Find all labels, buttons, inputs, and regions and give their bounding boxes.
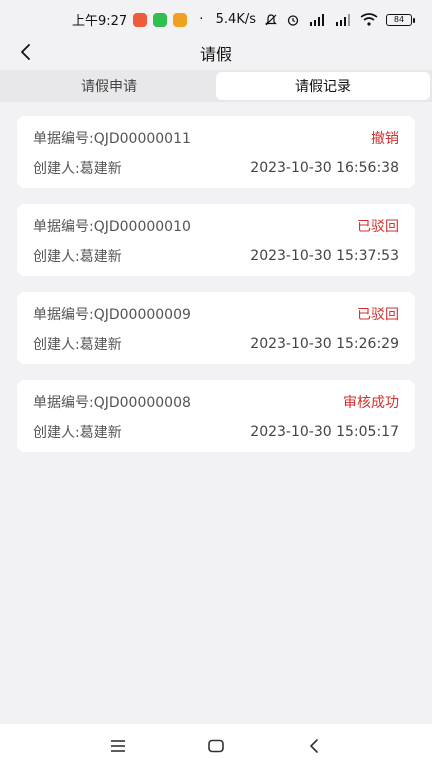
wifi-icon: [360, 13, 378, 26]
mute-bell-icon: [265, 13, 277, 25]
record-card[interactable]: 单据编号:QJD00000011 撤销 创建人:葛建新 2023-10-30 1…: [17, 116, 415, 188]
system-nav-bar: [0, 724, 432, 768]
separator-dot: ·: [199, 12, 204, 27]
network-speed: 5.4K/s: [215, 12, 256, 27]
record-card[interactable]: 单据编号:QJD00000008 审核成功 创建人:葛建新 2023-10-30…: [17, 380, 415, 452]
home-button[interactable]: [202, 732, 230, 760]
status-bar: 上午9:27 · 5.4K/s 84: [0, 0, 432, 36]
doc-number: 单据编号:QJD00000008: [33, 395, 191, 411]
battery-icon: 84: [386, 13, 415, 26]
timestamp: 2023-10-30 16:56:38: [250, 160, 399, 176]
menu-button[interactable]: [104, 732, 132, 760]
creator: 创建人:葛建新: [33, 337, 122, 353]
status-bar-right: 5.4K/s 84: [215, 12, 415, 27]
creator: 创建人:葛建新: [33, 249, 122, 265]
creator: 创建人:葛建新: [33, 161, 122, 177]
status-bar-left: 上午9:27 ·: [72, 10, 203, 29]
nav-bar: 请假: [0, 36, 432, 70]
signal-icon-2: [336, 13, 350, 26]
app-notification-icon: [133, 12, 148, 27]
chevron-left-icon: [21, 44, 30, 60]
timestamp: 2023-10-30 15:05:17: [250, 424, 399, 440]
status-label: 已驳回: [357, 307, 399, 323]
tab-bar: 请假申请 请假记录: [0, 70, 432, 102]
status-label: 已驳回: [357, 219, 399, 235]
tab-leave-application[interactable]: 请假申请: [2, 72, 216, 100]
status-label: 审核成功: [343, 395, 399, 411]
timestamp: 2023-10-30 15:37:53: [250, 248, 399, 264]
menu-icon: [111, 740, 125, 752]
page-title: 请假: [199, 45, 232, 64]
system-back-button[interactable]: [300, 732, 328, 760]
record-card[interactable]: 单据编号:QJD00000010 已驳回 创建人:葛建新 2023-10-30 …: [17, 204, 415, 276]
record-card[interactable]: 单据编号:QJD00000009 已驳回 创建人:葛建新 2023-10-30 …: [17, 292, 415, 364]
timestamp: 2023-10-30 15:26:29: [250, 336, 399, 352]
status-label: 撤销: [371, 131, 399, 147]
back-triangle-icon: [310, 739, 318, 753]
app-notification-icon-2: [173, 12, 188, 27]
alarm-icon: [287, 14, 299, 26]
clock: 上午9:27: [72, 14, 128, 29]
signal-icon: [310, 13, 324, 26]
record-list: 单据编号:QJD00000011 撤销 创建人:葛建新 2023-10-30 1…: [17, 116, 415, 468]
creator: 创建人:葛建新: [33, 425, 122, 441]
wechat-icon: [153, 12, 168, 27]
doc-number: 单据编号:QJD00000010: [33, 219, 191, 235]
back-button[interactable]: [14, 40, 38, 64]
home-square-icon: [208, 739, 224, 753]
tab-leave-records[interactable]: 请假记录: [216, 72, 430, 100]
doc-number: 单据编号:QJD00000009: [33, 307, 191, 323]
doc-number: 单据编号:QJD00000011: [33, 131, 191, 147]
